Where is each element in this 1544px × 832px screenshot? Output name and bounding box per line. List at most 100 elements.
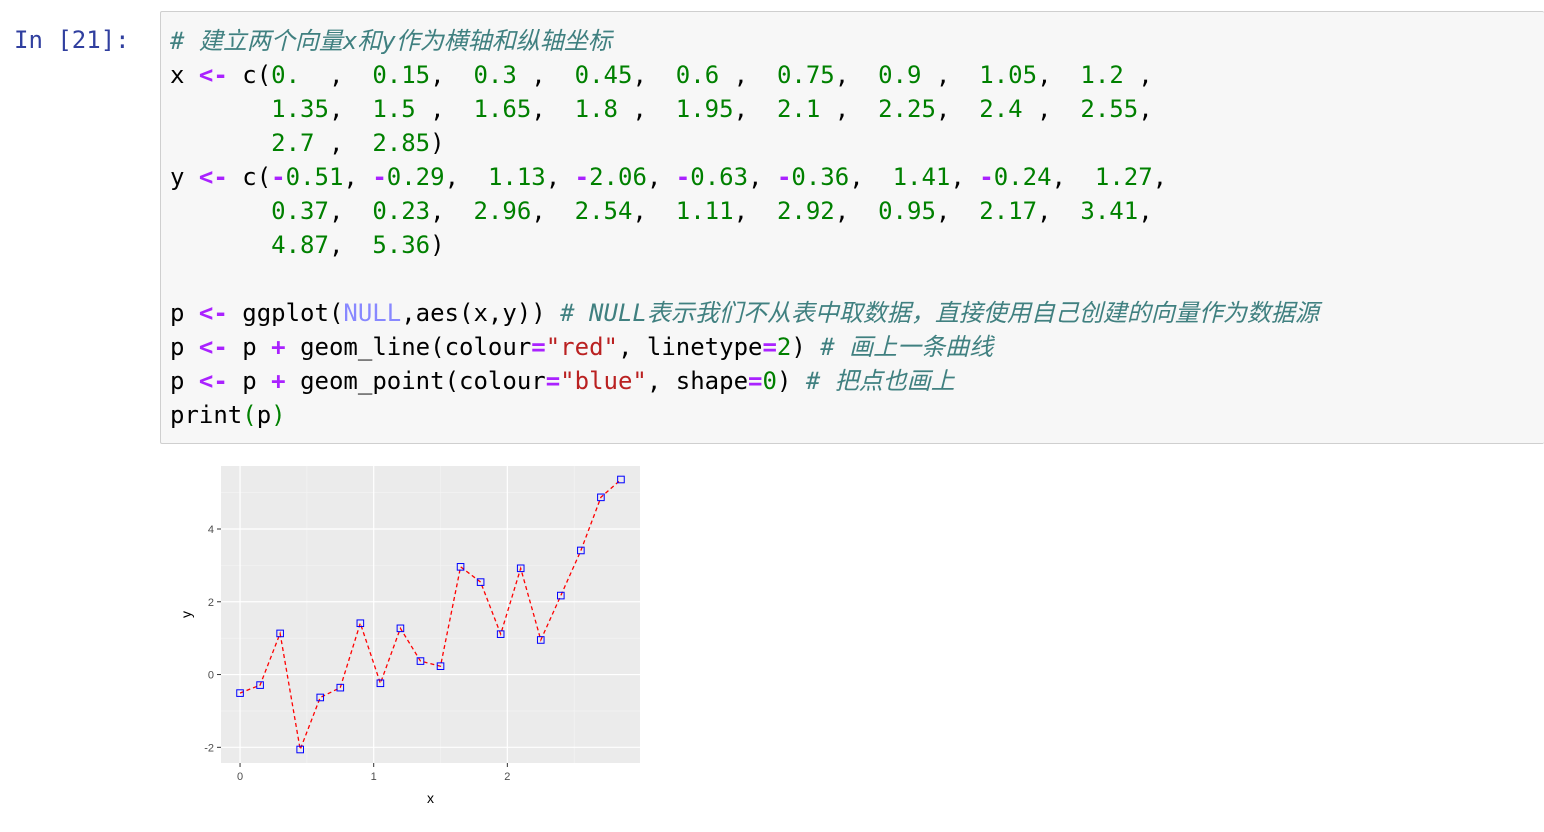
code-token: , — [834, 197, 879, 225]
code-token: , — [1123, 61, 1153, 89]
code-token: , — [921, 61, 980, 89]
code-token: + — [271, 367, 286, 395]
ggplot-chart: -2 0 2 4 0 1 2 x y — [178, 466, 640, 806]
code-token: 0.23 — [372, 197, 431, 225]
code-line: y <- c(-0.51, -0.29, 1.13, -2.06, -0.63,… — [170, 160, 1319, 194]
tick-label-y: 2 — [208, 597, 214, 609]
code-token: 3.41 — [1080, 197, 1139, 225]
code-token: p — [227, 367, 272, 395]
code-editor[interactable]: # 建立两个向量x和y作为横轴和纵轴坐标 x <- c(0. , 0.15, 0.… — [170, 24, 1319, 432]
code-token: 2.06 — [589, 163, 647, 191]
code-token: ,aes(x,y)) — [401, 299, 561, 327]
code-token: <- — [198, 333, 228, 361]
code-token: 2.96 — [473, 197, 532, 225]
code-token: 1.65 — [473, 95, 532, 123]
code-token: , — [430, 197, 474, 225]
code-token: 2.4 — [979, 95, 1023, 123]
code-token: , — [834, 61, 879, 89]
code-token: <- — [198, 61, 228, 89]
code-token: 0.75 — [776, 61, 835, 89]
code-token: 0.6 — [675, 61, 720, 89]
code-token: 0.9 — [878, 61, 922, 89]
code-token: c( — [227, 61, 272, 89]
code-token: , — [617, 95, 676, 123]
code-token: , — [1138, 95, 1153, 123]
code-token: , — [328, 95, 373, 123]
code-token: NULL — [343, 299, 402, 327]
code-token: 0.29 — [386, 163, 445, 191]
code-token: c( — [227, 163, 272, 191]
code-token: - — [979, 163, 994, 191]
code-token: , — [343, 163, 373, 191]
plot-panel — [221, 466, 640, 763]
code-token: , — [935, 197, 980, 225]
code-token: , — [516, 61, 575, 89]
code-token: , — [950, 163, 980, 191]
code-comment: # NULL表示我们不从表中取数据，直接使用自己创建的向量作为数据源 — [560, 299, 1319, 327]
code-token: , — [719, 61, 777, 89]
code-token: , — [328, 197, 373, 225]
code-token: , — [415, 95, 474, 123]
code-token: , — [1037, 197, 1081, 225]
code-token: print — [170, 401, 243, 429]
code-token: , — [531, 197, 575, 225]
code-token: , shape — [646, 367, 749, 395]
code-token: , — [1138, 197, 1153, 225]
tick-label-x: 2 — [504, 771, 510, 783]
tick-label-x: 0 — [237, 771, 243, 783]
code-comment: # 把点也画上 — [805, 367, 955, 395]
code-token: + — [271, 333, 286, 361]
code-token: 0.24 — [993, 163, 1052, 191]
code-token: - — [574, 163, 590, 191]
code-token: 0.36 — [791, 163, 850, 191]
code-line: 0.37, 0.23, 2.96, 2.54, 1.11, 2.92, 0.95… — [170, 194, 1319, 228]
code-token: ) — [430, 231, 445, 259]
code-token: , — [545, 163, 575, 191]
code-token: 1.35 — [271, 95, 329, 123]
code-token: - — [675, 163, 691, 191]
code-token: 0.63 — [690, 163, 749, 191]
code-token: , — [1037, 61, 1081, 89]
code-token: , — [632, 197, 676, 225]
code-token: <- — [198, 367, 228, 395]
tick-label-y: 0 — [208, 670, 214, 682]
cell-output: -2 0 2 4 0 1 2 x y — [160, 452, 660, 828]
code-token: 0.15 — [372, 61, 431, 89]
code-token: 4.87 — [271, 231, 329, 259]
code-token: = — [762, 333, 777, 361]
code-line: p <- ggplot(NULL,aes(x,y)) # NULL表示我们不从表… — [170, 296, 1319, 330]
code-token: 1.2 — [1080, 61, 1124, 89]
code-token: 1.8 — [574, 95, 618, 123]
code-token: , — [849, 163, 893, 191]
code-token: , — [1022, 95, 1081, 123]
code-token: 2.92 — [776, 197, 835, 225]
code-token: , — [430, 61, 474, 89]
code-token: , — [733, 95, 777, 123]
code-token: 1.11 — [675, 197, 734, 225]
code-token: , — [314, 129, 373, 157]
code-token: "blue" — [560, 367, 647, 395]
code-token: 1.41 — [892, 163, 951, 191]
code-token: 2.55 — [1080, 95, 1139, 123]
code-token: - — [776, 163, 792, 191]
code-token: 2.1 — [776, 95, 821, 123]
code-token: , — [733, 197, 777, 225]
tick-label-x: 1 — [371, 771, 377, 783]
code-token: 1.13 — [487, 163, 546, 191]
code-token: geom_point(colour — [285, 367, 546, 395]
code-token: p — [256, 401, 272, 429]
code-token: 1.05 — [979, 61, 1038, 89]
code-token: ) — [791, 333, 821, 361]
code-token: 2 — [776, 333, 792, 361]
code-line: 4.87, 5.36) — [170, 228, 1319, 262]
code-token: 2.54 — [574, 197, 633, 225]
code-token: "red" — [545, 333, 618, 361]
code-token: p — [170, 299, 199, 327]
code-line: # 建立两个向量x和y作为横轴和纵轴坐标 — [170, 24, 1319, 58]
code-token: , — [646, 163, 676, 191]
code-comment: # 画上一条曲线 — [820, 333, 994, 361]
code-token: 0.45 — [574, 61, 633, 89]
code-line: print(p) — [170, 398, 1319, 432]
